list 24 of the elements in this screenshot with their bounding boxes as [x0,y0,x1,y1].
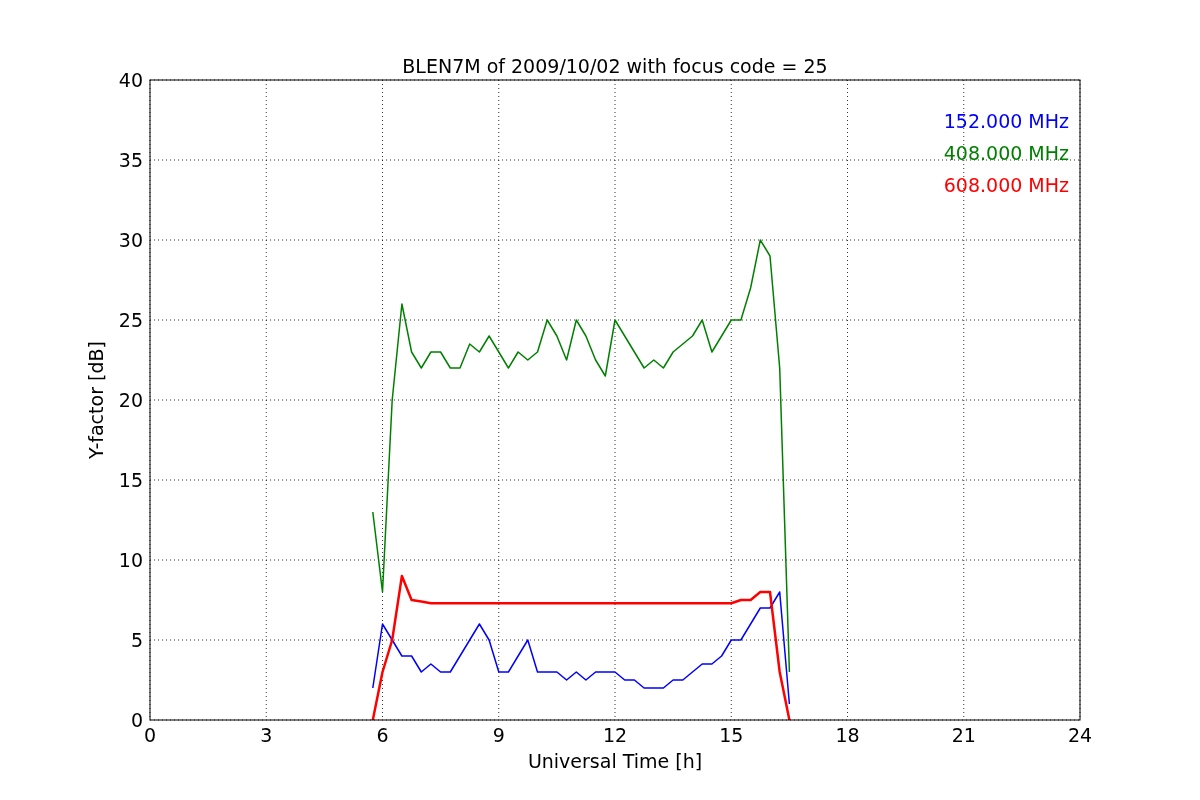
legend-label: 408.000 MHz [943,142,1069,164]
tick-label: 21 [951,724,976,746]
tick-label: 5 [130,629,143,651]
axis-label: Y-factor [dB] [85,341,107,459]
legend-label: 152.000 MHz [943,110,1069,132]
tick-label: 20 [118,389,143,411]
legend-label: 608.000 MHz [943,174,1069,196]
tick-label: 10 [118,549,143,571]
tick-label: 0 [130,709,143,731]
tick-label: 9 [492,724,505,746]
axis-label: Universal Time [h] [527,750,703,772]
tick-label: 12 [602,724,628,746]
tick-label: 6 [376,724,389,746]
tick-label: 40 [118,69,143,91]
tick-label: 0 [143,724,157,746]
tick-label: 15 [118,469,143,491]
tick-label: 15 [719,724,744,746]
tick-label: 35 [118,149,143,171]
tick-label: 30 [118,229,143,251]
tick-label: 3 [260,724,273,746]
tick-label: 24 [1067,724,1093,746]
tick-label: 18 [835,724,860,746]
chart-title: BLEN7M of 2009/10/02 with focus code = 25 [402,55,828,77]
tick-label: 25 [118,309,143,331]
